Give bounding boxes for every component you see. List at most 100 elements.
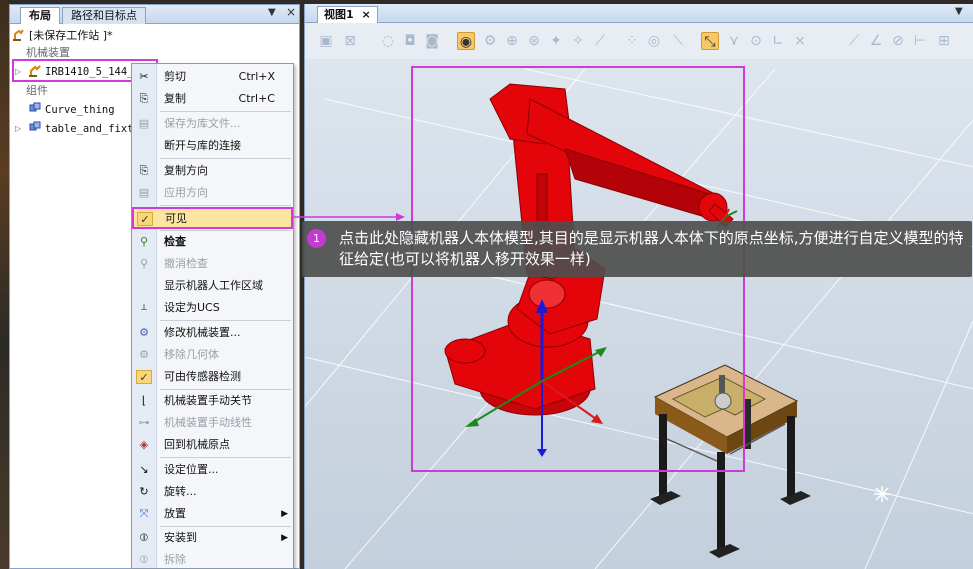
modify-mechanism-icon: ⚙ [139, 326, 149, 339]
screen: 布局 路径和目标点 ▼ × [未保存工作站 ]* 机械装置 ▷ IRB1410_… [0, 0, 973, 569]
menu-item-home[interactable]: ◈ 回到机械原点 [132, 434, 293, 456]
tab-layout[interactable]: 布局 [20, 7, 60, 24]
ucs-icon: ⟂ [140, 303, 147, 313]
context-menu: ✂ 剪切 Ctrl+X ⎘ 复制 Ctrl+C ▤ 保存为库文件... 断开与库… [131, 63, 294, 569]
view1-close-icon[interactable]: × [362, 8, 371, 21]
callout-number-badge: 1 [307, 229, 326, 248]
expand-arrow-icon[interactable]: ▷ [15, 120, 21, 138]
menu-item-remove-geometry[interactable]: ⚙ 移除几何体 [132, 344, 293, 366]
menu-separator [160, 457, 291, 458]
menu-item-jog-linear[interactable]: ⊶ 机械装置手动线性 [132, 412, 293, 434]
checkmark-icon: ✓ [136, 370, 152, 384]
visible-item-highlight [132, 207, 293, 229]
select-curve-icon[interactable]: ◌ [379, 32, 397, 50]
snap-edge-icon[interactable]: ⟍ [669, 32, 687, 50]
menu-item-inspect[interactable]: ⚲ 检查 [132, 231, 293, 253]
station-node[interactable]: [未保存工作站 ]* [12, 27, 113, 45]
detach-icon: ⦶ [140, 553, 148, 566]
undo-inspect-icon: ⚲ [139, 257, 149, 270]
measure-min-distance-icon[interactable]: ⊢ [911, 32, 929, 50]
tab-paths-targets[interactable]: 路径和目标点 [62, 7, 146, 24]
set-position-icon: ↘ [139, 463, 149, 476]
station-icon [12, 28, 26, 41]
menu-item-copy-orientation[interactable]: ⎘ 复制方向 [132, 160, 293, 182]
menu-item-jog-joint[interactable]: ⌊ 机械装置手动关节 [132, 390, 293, 412]
disconnect-library-icon [136, 139, 152, 153]
select-body-icon[interactable]: ◙ [423, 32, 441, 50]
select-path-icon[interactable]: ✦ [547, 32, 565, 50]
menu-item-rotate[interactable]: ↻ 旋转... [132, 481, 293, 503]
select-target-icon[interactable]: ⊛ [525, 32, 543, 50]
components-header: 组件 [26, 84, 48, 97]
copy-icon: ⎘ [139, 92, 149, 105]
apply-orientation-icon: ▤ [138, 186, 150, 199]
select-frame-icon[interactable]: ✧ [569, 32, 587, 50]
menu-item-detach[interactable]: ⦶ 拆除 [132, 549, 293, 569]
menu-item-apply-orientation[interactable]: ▤ 应用方向 [132, 182, 293, 204]
menu-item-sensor-detectable[interactable]: ✓ 可由传感器检测 [132, 366, 293, 388]
inspect-icon: ⚲ [139, 235, 149, 248]
view-pin-icon[interactable]: ▼ [955, 6, 963, 17]
menu-item-disconnect-library[interactable]: 断开与库的连接 [132, 135, 293, 157]
view-tabs: 视图1 × ▼ [305, 4, 973, 23]
menu-item-copy[interactable]: ⎘ 复制 Ctrl+C [132, 88, 293, 110]
home-icon: ◈ [139, 438, 149, 451]
select-part-icon[interactable]: ◉ [457, 32, 475, 50]
menu-item-set-ucs[interactable]: ⟂ 设定为UCS [132, 297, 293, 319]
submenu-arrow-icon: ▶ [281, 533, 288, 543]
component-icon [28, 102, 42, 115]
menu-separator [160, 111, 291, 112]
snap-axis-icon[interactable]: ⨯ [791, 32, 809, 50]
measure-hold-icon[interactable]: ⊞ [935, 32, 953, 50]
panel-pin-icon[interactable]: ▼ [268, 7, 276, 18]
annotation-callout: 1 点击此处隐藏机器人本体模型,其目的是显示机器人本体下的原点坐标,方便进行自定… [302, 221, 972, 277]
menu-item-modify-mechanism[interactable]: ⚙ 修改机械装置... [132, 322, 293, 344]
jog-joint-icon: ⌊ [141, 394, 147, 407]
place-icon: ⤧ [139, 507, 149, 520]
station-label: [未保存工作站 ]* [29, 29, 113, 42]
select-surface-icon[interactable]: ◘ [401, 32, 419, 50]
callout-text: 点击此处隐藏机器人本体模型,其目的是显示机器人本体下的原点坐标,方便进行自定义模… [339, 229, 964, 268]
select-mechanism-icon[interactable]: ⚙ [481, 32, 499, 50]
attach-icon: ⦶ [140, 531, 148, 544]
menu-separator [160, 205, 291, 206]
menu-item-save-library[interactable]: ▤ 保存为库文件... [132, 113, 293, 135]
menu-item-place[interactable]: ⤧ 放置 ▶ [132, 503, 293, 525]
component-label: Curve_thing [45, 104, 115, 116]
menu-item-attach[interactable]: ⦶ 安装到 ▶ [132, 527, 293, 549]
save-library-icon: ▤ [138, 117, 150, 130]
snap-midpoint-icon[interactable]: ⤡ [701, 32, 719, 50]
measure-distance-icon[interactable]: ⟋ [845, 32, 863, 50]
view-all-icon[interactable]: ▣ [317, 32, 335, 50]
component-node-content: table_and_fixt [28, 120, 134, 138]
component-node-content: Curve_thing [28, 101, 115, 119]
layout-panel-tabs: 布局 路径和目标点 ▼ × [10, 5, 299, 24]
desktop-strip [0, 0, 9, 569]
select-group-icon[interactable]: ⊕ [503, 32, 521, 50]
menu-item-show-work-area[interactable]: 显示机器人工作区域 [132, 275, 293, 297]
menu-separator [160, 320, 291, 321]
select-tool-icon[interactable]: ⟋ [591, 32, 609, 50]
component-label: table_and_fixt [45, 123, 134, 135]
tab-view1[interactable]: 视图1 × [317, 6, 378, 23]
menu-item-cut[interactable]: ✂ 剪切 Ctrl+X [132, 66, 293, 88]
remove-geometry-icon: ⚙ [139, 348, 149, 361]
panel-close-icon[interactable]: × [286, 5, 296, 19]
snap-center-icon[interactable]: ◎ [645, 32, 663, 50]
snap-end-icon[interactable]: ⋎ [725, 32, 743, 50]
rotate-icon: ↻ [139, 485, 149, 498]
view1-label: 视图1 [324, 8, 354, 21]
measure-angle-icon[interactable]: ∠ [867, 32, 885, 50]
view-center-icon[interactable]: ⊠ [341, 32, 359, 50]
menu-item-undo-inspect[interactable]: ⚲ 撤消检查 [132, 253, 293, 275]
snap-object-icon[interactable]: ⁘ [623, 32, 641, 50]
cut-icon: ✂ [139, 70, 149, 83]
measure-diameter-icon[interactable]: ⊘ [889, 32, 907, 50]
snap-grid-icon[interactable]: ∟ [769, 32, 787, 50]
component-icon [28, 121, 42, 134]
jog-linear-icon: ⊶ [138, 416, 150, 429]
star-marker [874, 486, 890, 502]
snap-local-origin-icon[interactable]: ⊙ [747, 32, 765, 50]
submenu-arrow-icon: ▶ [281, 509, 288, 519]
menu-item-set-position[interactable]: ↘ 设定位置... [132, 459, 293, 481]
